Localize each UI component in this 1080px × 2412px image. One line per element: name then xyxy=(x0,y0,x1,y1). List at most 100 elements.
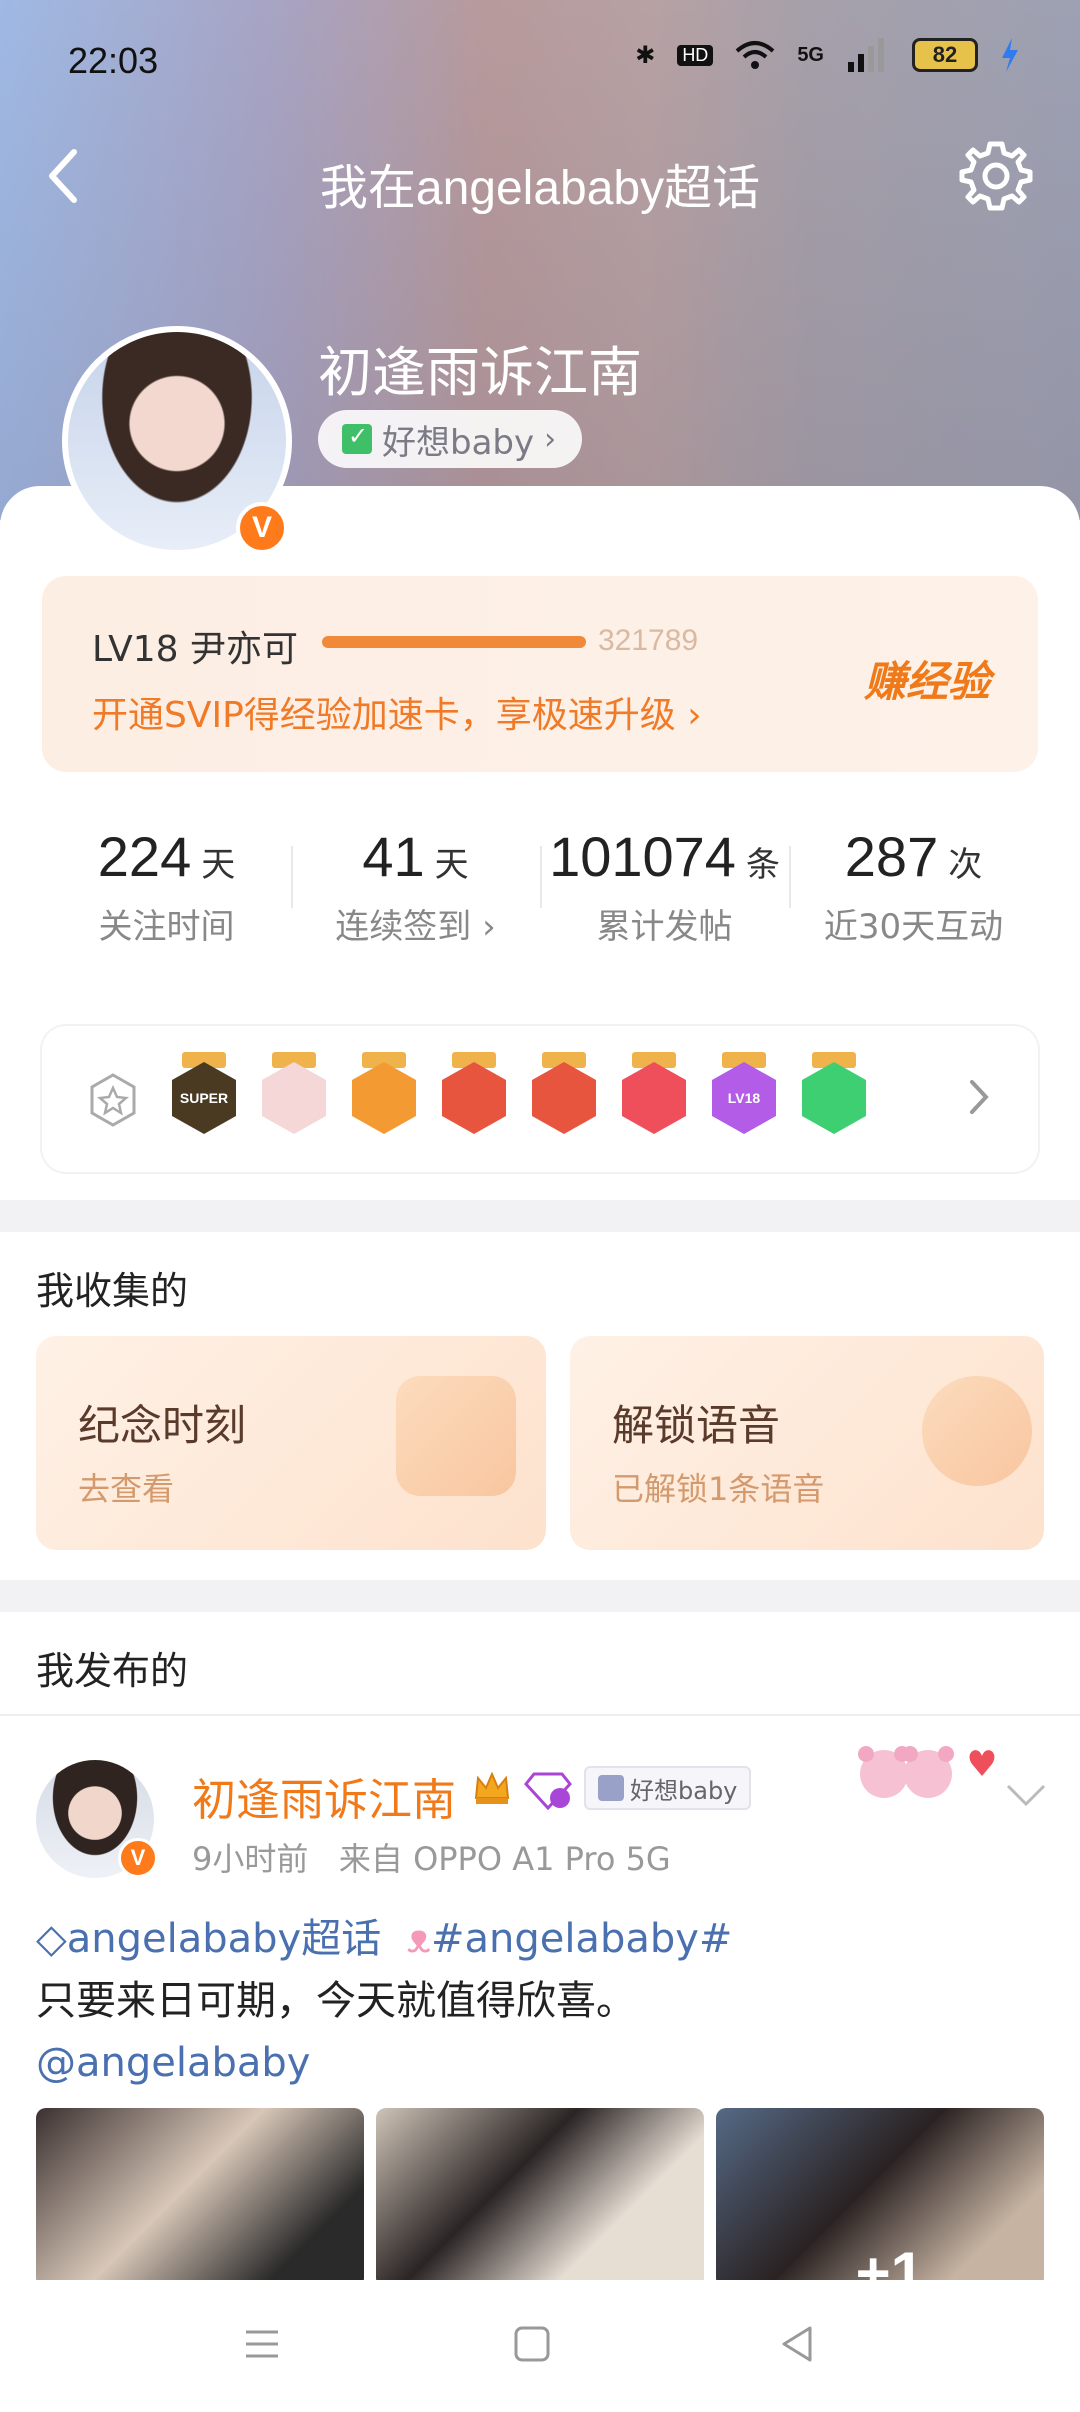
fan-group-label: 好想baby xyxy=(382,422,535,463)
level-progress-bar xyxy=(322,636,586,648)
hashtag-link[interactable]: #angelababy# xyxy=(431,1916,732,1962)
level-label: LV18 尹亦可 xyxy=(92,629,298,670)
page-title: 我在angelababy超话 xyxy=(319,162,761,215)
stat-value: 41 xyxy=(362,825,425,888)
badge-shape xyxy=(622,1062,686,1134)
fan-group-chip[interactable]: 好想baby xyxy=(584,1766,752,1810)
card-subtitle: 已解锁1条语音 xyxy=(612,1470,825,1508)
fan-group-icon xyxy=(598,1775,624,1801)
badge-shape: SUPER xyxy=(172,1062,236,1134)
system-nav-bar xyxy=(0,2280,1080,2412)
stat-unit: 天 xyxy=(434,846,469,884)
stat-value: 287 xyxy=(844,825,939,888)
girl-sticker-badge[interactable] xyxy=(262,1052,326,1136)
profile-name: 初逢雨诉江南 xyxy=(318,341,642,404)
post-meta: 9小时前 来自 OPPO A1 Pro 5G xyxy=(192,1834,671,1880)
crown-icon xyxy=(474,1771,510,1804)
chevron-right-icon: › xyxy=(544,421,557,457)
svip-promo-link[interactable]: 开通SVIP得经验加速卡，享极速升级 › xyxy=(92,686,702,738)
stat-value: 224 xyxy=(97,825,192,888)
earn-exp-button[interactable]: 赚经验 xyxy=(864,648,990,709)
super-badge[interactable]: SUPER xyxy=(172,1052,236,1136)
stat-checkin[interactable]: 41 天 连续签到 › xyxy=(291,796,540,947)
badge-shape: LV18 xyxy=(712,1062,776,1134)
stat-label: 关注时间 xyxy=(98,907,235,947)
post-image[interactable] xyxy=(36,2108,364,2288)
stat-label: 累计发帖 xyxy=(596,907,733,947)
stat-label: 近30天互动 xyxy=(823,907,1004,947)
stat-value: 101074 xyxy=(549,825,736,888)
fan-group-label: 好想baby xyxy=(630,1776,738,1805)
diamond-level-icon xyxy=(524,1772,572,1810)
section-title: 我发布的 xyxy=(36,1649,189,1693)
post-time: 9小时前 xyxy=(192,1840,309,1878)
level-points: 321789 xyxy=(598,624,699,657)
post-images: +1 xyxy=(36,2108,1044,2288)
bluetooth-icon: ✱ xyxy=(635,41,656,69)
stats-row: 224 天 关注时间 41 天 连续签到 › 101074 条 累计发帖 287 次 近… xyxy=(42,796,1038,947)
status-icons: ✱ HD 5G 82 xyxy=(635,38,1020,72)
lv18-badge[interactable]: LV18 xyxy=(712,1052,776,1136)
crown-badge[interactable] xyxy=(352,1052,416,1136)
badge-list: SUPER LV18 xyxy=(172,1052,866,1136)
charging-icon xyxy=(1002,38,1018,72)
stat-label: 连续签到 › xyxy=(335,907,496,947)
back-triangle-icon[interactable] xyxy=(776,2322,820,2366)
chevron-down-icon[interactable] xyxy=(1004,1780,1048,1810)
level-card[interactable]: LV18 尹亦可 321789 开通SVIP得经验加速卡，享极速升级 › 赚经验 xyxy=(42,576,1038,772)
network-type: 5G xyxy=(797,43,824,66)
battery-icon: 82 xyxy=(912,38,978,72)
settings-gear-icon[interactable] xyxy=(956,136,1036,216)
collections-section: 我收集的 纪念时刻 去查看 解锁语音 已解锁1条语音 xyxy=(0,1232,1080,1580)
stat-unit: 天 xyxy=(201,846,236,884)
post-image[interactable]: +1 xyxy=(716,2108,1044,2288)
bear-sticker-icon xyxy=(858,1746,995,1798)
profile-card: LV18 尹亦可 321789 开通SVIP得经验加速卡，享极速升级 › 赚经验… xyxy=(0,486,1080,1200)
voice-wave-icon xyxy=(922,1376,1032,1486)
card-title: 解锁语音 xyxy=(612,1401,781,1450)
signal-icon xyxy=(848,38,884,72)
stat-posts: 101074 条 累计发帖 xyxy=(540,796,789,947)
badge-shape xyxy=(262,1062,326,1134)
cat-badge-1[interactable] xyxy=(442,1052,506,1136)
post-body: 只要来日可期，今天就值得欣喜。 xyxy=(36,1978,636,2024)
top-nav: 我在angelababy超话 xyxy=(0,120,1080,230)
wifi-icon xyxy=(735,41,775,69)
section-title: 我收集的 xyxy=(36,1269,189,1313)
cat-badge-2[interactable] xyxy=(532,1052,596,1136)
stat-interactions: 287 次 近30天互动 xyxy=(789,796,1038,947)
menu-icon[interactable] xyxy=(240,2322,284,2366)
badge-shape xyxy=(532,1062,596,1134)
divider xyxy=(0,1714,1080,1716)
stat-unit: 次 xyxy=(948,846,983,884)
post-image[interactable] xyxy=(376,2108,704,2288)
verified-v-badge: V xyxy=(118,1838,158,1878)
mention-link[interactable]: @angelababy xyxy=(36,2032,1046,2094)
badge-shape xyxy=(442,1062,506,1134)
status-bar: 22:03 ✱ HD 5G 82 xyxy=(0,0,1080,120)
rabbit-emoji-icon: ᴥ xyxy=(406,1916,431,1962)
gift-box-icon xyxy=(396,1376,516,1496)
verified-v-badge: V xyxy=(236,502,288,554)
supertopic-link[interactable]: ◇angelababy超话 xyxy=(36,1916,381,1962)
status-time: 22:03 xyxy=(68,40,159,81)
badge-shape xyxy=(802,1062,866,1134)
post-source: 来自 OPPO A1 Pro 5G xyxy=(338,1840,671,1878)
hand-badge[interactable] xyxy=(802,1052,866,1136)
fan-group-chip[interactable]: 好想baby › xyxy=(318,410,583,468)
stat-follow-time: 224 天 关注时间 xyxy=(42,796,291,947)
card-subtitle: 去查看 xyxy=(78,1470,175,1508)
badge-shape xyxy=(352,1062,416,1134)
hd-icon: HD xyxy=(677,44,714,66)
home-icon[interactable] xyxy=(510,2322,554,2366)
post-author-name[interactable]: 初逢雨诉江南 xyxy=(192,1764,456,1828)
post-text: ◇angelababy超话 ᴥ#angelababy# 只要来日可期，今天就值得… xyxy=(36,1908,1046,2094)
card-title: 纪念时刻 xyxy=(78,1401,247,1450)
supertopic-label: angelababy超话 xyxy=(66,1916,382,1962)
rabbit-badge[interactable] xyxy=(622,1052,686,1136)
unlock-voice-card[interactable]: 解锁语音 已解锁1条语音 xyxy=(570,1336,1044,1550)
chevron-right-icon[interactable] xyxy=(964,1072,994,1122)
verified-check-icon xyxy=(342,422,372,454)
memorial-moments-card[interactable]: 纪念时刻 去查看 xyxy=(36,1336,546,1550)
badge-wall[interactable]: SUPER LV18 xyxy=(42,1026,1038,1172)
